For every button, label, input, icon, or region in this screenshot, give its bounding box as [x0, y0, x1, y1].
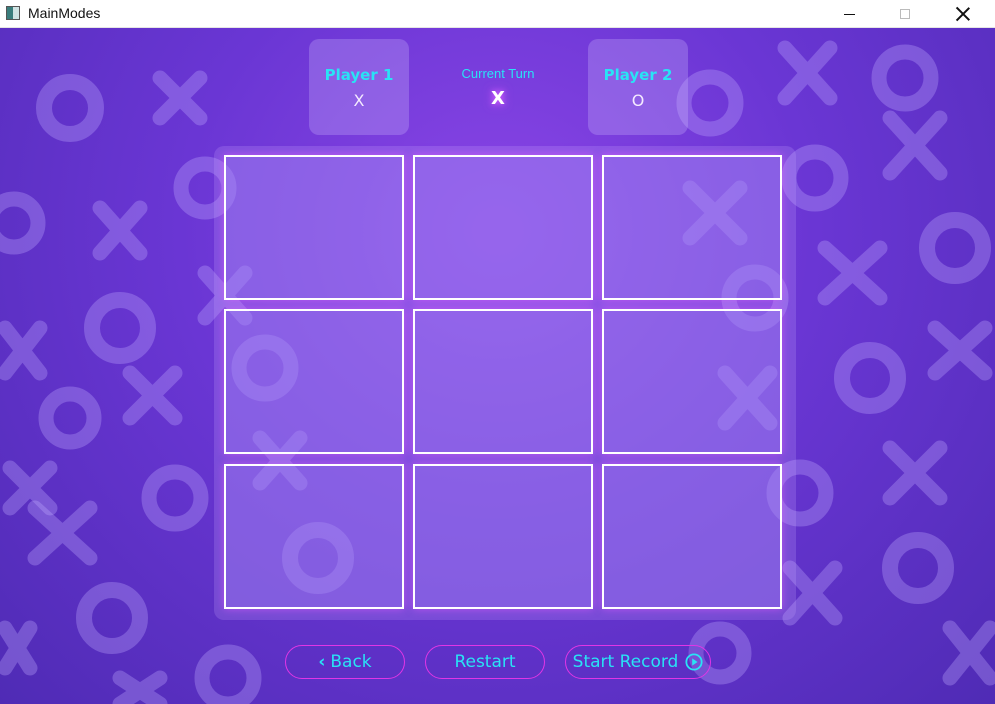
maximize-icon	[900, 9, 910, 19]
board-cell-2[interactable]	[602, 155, 782, 300]
board-cell-5[interactable]	[602, 309, 782, 454]
board-cell-0[interactable]	[224, 155, 404, 300]
back-button-label: Back	[330, 652, 372, 672]
player1-card: Player 1 X	[309, 39, 409, 135]
close-icon	[956, 7, 970, 21]
board-cell-1[interactable]	[413, 155, 593, 300]
game-area: Player 1 X Current Turn X Player 2 O ‹ B…	[0, 28, 995, 704]
start-record-button-label: Start Record	[572, 652, 679, 672]
board-cell-8[interactable]	[602, 464, 782, 609]
close-button[interactable]	[940, 0, 986, 28]
board-cell-4[interactable]	[413, 309, 593, 454]
minimize-icon	[843, 13, 855, 15]
window-title: MainModes	[28, 5, 101, 21]
player1-symbol: X	[353, 91, 365, 110]
player2-name: Player 2	[603, 66, 673, 84]
minimize-button[interactable]	[826, 0, 872, 28]
player1-name: Player 1	[324, 66, 394, 84]
back-button[interactable]: ‹ Back	[285, 645, 405, 679]
start-record-button[interactable]: Start Record	[565, 645, 711, 679]
board-cell-6[interactable]	[224, 464, 404, 609]
player2-symbol: O	[631, 91, 645, 110]
chevron-left-icon: ‹	[318, 652, 326, 672]
player2-card: Player 2 O	[588, 39, 688, 135]
game-board	[214, 146, 796, 620]
board-cell-7[interactable]	[413, 464, 593, 609]
maximize-button[interactable]	[882, 0, 928, 28]
board-cell-3[interactable]	[224, 309, 404, 454]
restart-button-label: Restart	[454, 652, 516, 672]
current-turn-symbol: X	[491, 88, 505, 109]
current-turn-label: Current Turn	[461, 66, 535, 81]
restart-button[interactable]: Restart	[425, 645, 545, 679]
title-bar: MainModes	[0, 0, 995, 28]
app-icon	[6, 6, 20, 20]
play-circle-icon	[685, 653, 703, 671]
